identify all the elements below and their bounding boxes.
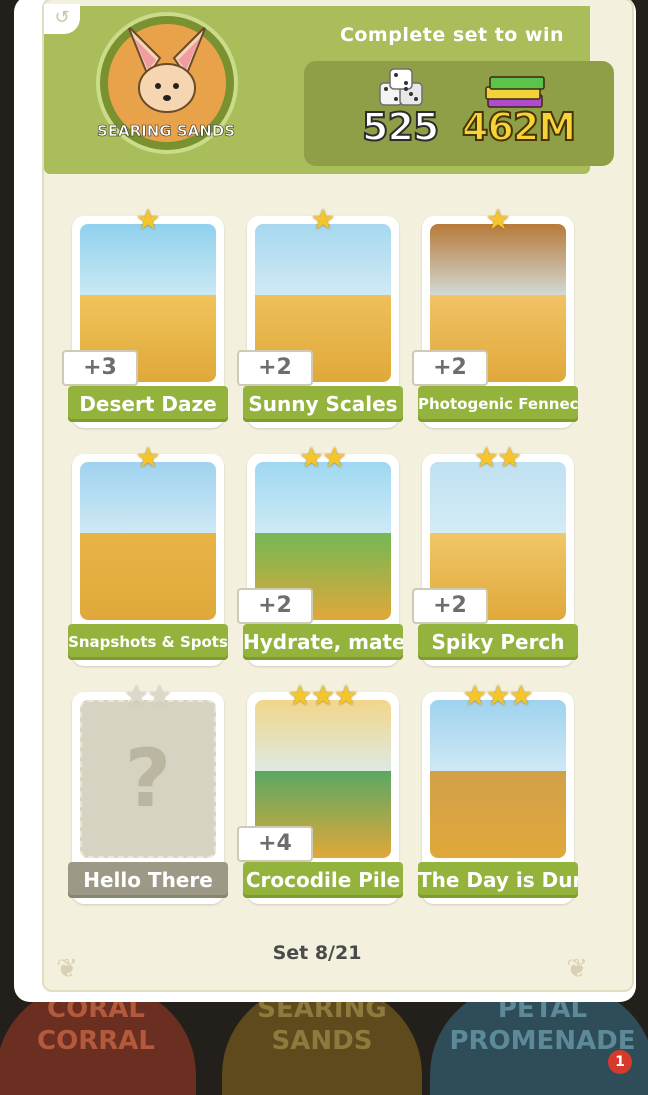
star-icon: ★ — [485, 203, 511, 236]
star-rating: ★ — [72, 444, 224, 474]
rewind-icon[interactable]: ↺ — [44, 4, 80, 34]
sticker-card[interactable]: ? ★★ Hello There — [68, 682, 228, 904]
card-name: Photogenic Fennec — [418, 386, 578, 422]
card-name: Hydrate, mate! — [243, 624, 403, 660]
sticker-card[interactable]: ★★ Spiky Perch +2 — [412, 444, 578, 666]
card-name: Crocodile Pile — [243, 862, 403, 898]
sticker-card[interactable]: ★★★ Crocodile Pile +4 — [237, 682, 403, 904]
sticker-card[interactable]: ★ Desert Daze +3 — [62, 206, 228, 428]
star-rating: ★★★ — [422, 682, 574, 712]
duplicate-count-badge: +2 — [237, 350, 313, 386]
reward-box: 525 462M — [304, 61, 614, 166]
star-rating: ★★★ — [247, 682, 399, 712]
duplicate-count-badge: +4 — [237, 826, 313, 862]
question-mark-icon: ? — [124, 732, 172, 825]
card-name: Desert Daze — [68, 386, 228, 422]
card-name: Hello There — [68, 862, 228, 898]
card-name: Snapshots & Spots — [68, 624, 228, 660]
star-icon: ★ — [298, 441, 324, 474]
star-rating: ★★ — [422, 444, 574, 474]
dice-reward-count: 525 — [361, 104, 440, 150]
sticker-card[interactable]: ★ Snapshots & Spots — [68, 444, 228, 666]
star-icon: ★ — [287, 679, 313, 712]
star-icon: ★ — [497, 441, 523, 474]
star-rating: ★★ — [247, 444, 399, 474]
duplicate-count-badge: +2 — [237, 588, 313, 624]
card-art — [430, 700, 566, 858]
card-name: Sunny Scales — [243, 386, 403, 422]
sticker-card[interactable]: ★ Sunny Scales +2 — [237, 206, 403, 428]
star-rating: ★ — [422, 206, 574, 236]
set-name: SEARING SANDS — [96, 122, 236, 141]
card-name: Spiky Perch — [418, 624, 578, 660]
locked-card-art: ? — [80, 700, 216, 858]
sticker-card[interactable]: ★★★The Day is Dune — [418, 682, 578, 904]
star-icon: ★ — [473, 441, 499, 474]
star-icon: ★ — [310, 203, 336, 236]
duplicate-count-badge: +3 — [62, 350, 138, 386]
star-rating: ★ — [247, 206, 399, 236]
duplicate-count-badge: +2 — [412, 350, 488, 386]
star-icon: ★ — [333, 679, 359, 712]
sticker-card[interactable]: ★ Photogenic Fennec +2 — [412, 206, 578, 428]
notification-badge: 1 — [608, 1050, 632, 1074]
star-icon: ★ — [147, 679, 173, 712]
card-name: The Day is Dune — [418, 862, 578, 898]
header-title: Complete set to win — [339, 24, 565, 46]
star-icon: ★ — [462, 679, 488, 712]
set-counter: Set 8/21 — [272, 942, 362, 964]
star-icon: ★ — [135, 203, 161, 236]
star-rating: ★★ — [72, 682, 224, 712]
sticker-card[interactable]: ★★ Hydrate, mate! +2 — [237, 444, 403, 666]
star-icon: ★ — [135, 441, 161, 474]
set-button-label: PETAL PROMENADE — [449, 994, 636, 1056]
card-art — [80, 462, 216, 620]
star-icon: ★ — [310, 679, 336, 712]
star-icon: ★ — [485, 679, 511, 712]
set-button-label: CORAL CORRAL — [37, 994, 155, 1056]
star-icon: ★ — [508, 679, 534, 712]
star-rating: ★ — [72, 206, 224, 236]
star-icon: ★ — [123, 679, 149, 712]
set-button-label: SEARING SANDS — [257, 994, 387, 1056]
cash-reward-amount: 462M — [461, 104, 577, 150]
duplicate-count-badge: +2 — [412, 588, 488, 624]
star-icon: ★ — [322, 441, 348, 474]
